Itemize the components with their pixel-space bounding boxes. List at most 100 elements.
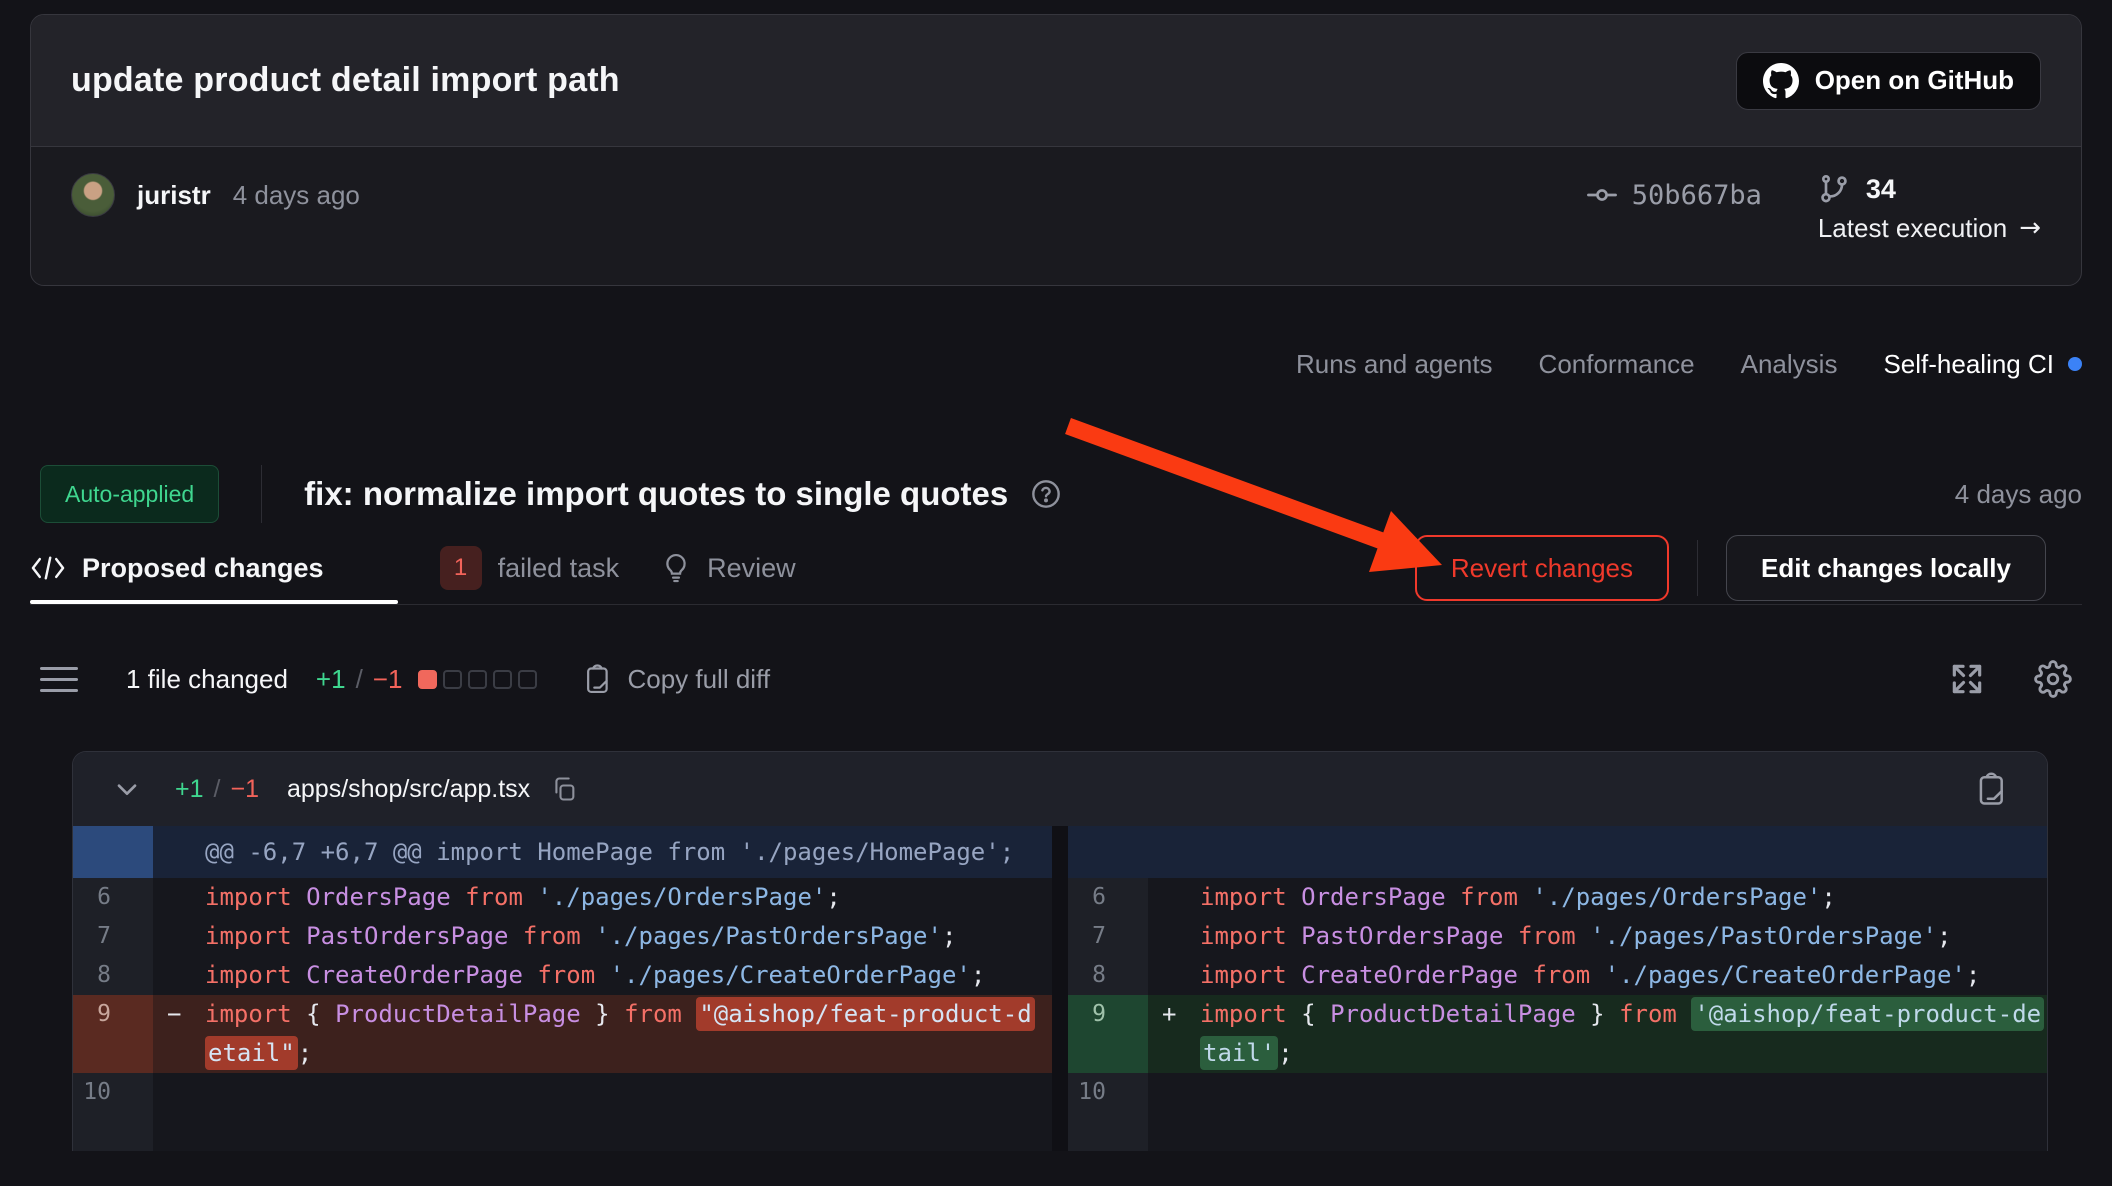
diff-pane-before: @@ -6,7 +6,7 @@ import HomePage from './… [73, 826, 1052, 1151]
copy-file-diff-icon[interactable] [1975, 771, 2009, 807]
file-path: apps/shop/src/app.tsx [287, 775, 530, 804]
diff-toolbar: 1 file changed +1 / −1 Copy full diff [40, 651, 2072, 707]
code-text: −import { ProductDetailPage } from "@ais… [153, 995, 1052, 1034]
file-list-menu-icon[interactable] [40, 667, 78, 692]
tab-failed-task[interactable]: 1 failed task [440, 532, 620, 604]
diff-line: 10 [1068, 1073, 2047, 1112]
diff-line: 6import OrdersPage from './pages/OrdersP… [73, 878, 1052, 917]
code-text: etail"; [153, 1034, 1052, 1073]
code-icon [30, 555, 66, 581]
code-text [1148, 1112, 2047, 1151]
revert-changes-button[interactable]: Revert changes [1415, 535, 1669, 601]
fix-when: 4 days ago [1955, 479, 2082, 510]
file-stats-separator: / [214, 775, 221, 804]
diff-pane-after: 6import OrdersPage from './pages/OrdersP… [1068, 826, 2047, 1151]
code-text: tail'; [1148, 1034, 2047, 1073]
git-commit-icon [1586, 179, 1618, 211]
line-number: 8 [73, 956, 153, 995]
clipboard-icon [583, 663, 613, 695]
diff-line: tail'; [1068, 1034, 2047, 1073]
code-text: import OrdersPage from './pages/OrdersPa… [1148, 878, 2047, 917]
line-number: 8 [1068, 956, 1148, 995]
diff-toolbar-right [1948, 660, 2072, 698]
diff-block [418, 670, 437, 689]
diff-split-view: @@ -6,7 +6,7 @@ import HomePage from './… [73, 826, 2047, 1151]
code-text: import CreateOrderPage from './pages/Cre… [1148, 956, 2047, 995]
line-number [1068, 1034, 1148, 1073]
line-number: 7 [73, 917, 153, 956]
top-nav: Runs and agents Conformance Analysis Sel… [30, 346, 2082, 382]
hunk-gutter [73, 826, 153, 878]
tab-failed-task-label: failed task [498, 553, 620, 584]
diff-file-header: +1 / −1 apps/shop/src/app.tsx [73, 752, 2047, 826]
chevron-down-icon[interactable] [111, 773, 143, 805]
line-number: 6 [73, 878, 153, 917]
code-text: import PastOrdersPage from './pages/Past… [153, 917, 1052, 956]
tab-proposed-changes[interactable]: Proposed changes [30, 532, 398, 604]
copy-full-diff-button[interactable]: Copy full diff [583, 663, 770, 695]
diff-line: 7import PastOrdersPage from './pages/Pas… [73, 917, 1052, 956]
diff-block [493, 670, 512, 689]
git-branch-icon [1818, 173, 1850, 205]
commit-hash[interactable]: 50b667ba [1586, 179, 1762, 211]
commit-hash-value: 50b667ba [1632, 180, 1762, 211]
diff-line [1068, 1112, 2047, 1151]
diff-lines-after: 6import OrdersPage from './pages/OrdersP… [1068, 878, 2047, 1151]
line-number: 6 [1068, 878, 1148, 917]
diff-line: 8import CreateOrderPage from './pages/Cr… [1068, 956, 2047, 995]
gear-icon[interactable] [2034, 660, 2072, 698]
diff-lines-before: 6import OrdersPage from './pages/OrdersP… [73, 878, 1052, 1151]
author-name: juristr [137, 180, 211, 211]
diff-line: 9−import { ProductDetailPage } from "@ai… [73, 995, 1052, 1034]
commit-card-meta: juristr 4 days ago 50b667ba 34 [31, 147, 2081, 285]
line-number: 9 [1068, 995, 1148, 1034]
nav-runs-and-agents[interactable]: Runs and agents [1296, 349, 1493, 380]
page: update product detail import path Open o… [0, 14, 2112, 1186]
avatar [71, 173, 115, 217]
hunk-header-row: @@ -6,7 +6,7 @@ import HomePage from './… [73, 826, 1052, 878]
diff-block [468, 670, 487, 689]
files-changed-label: 1 file changed [126, 664, 288, 695]
diff-line: 9+import { ProductDetailPage } from '@ai… [1068, 995, 2047, 1034]
file-deletions-count: −1 [230, 775, 259, 804]
tab-review-label: Review [707, 553, 796, 584]
line-number: 9 [73, 995, 153, 1034]
file-diff-stats: +1 / −1 [175, 775, 259, 804]
tab-review[interactable]: Review [661, 532, 796, 604]
open-on-github-label: Open on GitHub [1815, 65, 2014, 96]
diff-toolbar-left: 1 file changed +1 / −1 Copy full diff [40, 663, 770, 695]
nav-self-healing-ci[interactable]: Self-healing CI [1883, 349, 2082, 380]
author-row: juristr 4 days ago [71, 173, 360, 217]
failed-count-badge: 1 [440, 546, 482, 590]
code-text [1148, 1073, 2047, 1112]
line-number [73, 1112, 153, 1151]
diff-line: 6import OrdersPage from './pages/OrdersP… [1068, 878, 2047, 917]
nav-analysis[interactable]: Analysis [1741, 349, 1838, 380]
copy-path-icon[interactable] [550, 775, 578, 803]
commit-card-header: update product detail import path Open o… [31, 15, 2081, 147]
edit-changes-locally-button[interactable]: Edit changes locally [1726, 535, 2046, 601]
diff-line: 10 [73, 1073, 1052, 1112]
commit-meta-right: 50b667ba 34 Latest execution → [1586, 173, 2041, 244]
diff-block [443, 670, 462, 689]
help-icon[interactable] [1030, 478, 1062, 510]
tab-proposed-changes-label: Proposed changes [82, 553, 324, 584]
latest-execution-link[interactable]: Latest execution → [1818, 213, 2041, 244]
lightbulb-icon [661, 552, 691, 584]
hunk-header-row-right [1068, 826, 2047, 878]
open-on-github-button[interactable]: Open on GitHub [1736, 52, 2041, 110]
commit-card: update product detail import path Open o… [30, 14, 2082, 286]
diff-blocks [418, 670, 537, 689]
diff-file-card: +1 / −1 apps/shop/src/app.tsx @@ -6,7 +6… [72, 751, 2048, 1151]
tabs-border [30, 604, 2082, 605]
diff-block [518, 670, 537, 689]
nav-conformance[interactable]: Conformance [1539, 349, 1695, 380]
github-icon [1763, 63, 1799, 99]
line-number: 10 [73, 1073, 153, 1112]
expand-icon[interactable] [1948, 660, 1986, 698]
file-additions-count: +1 [175, 775, 204, 804]
page-title: update product detail import path [71, 61, 620, 100]
stats-separator: / [356, 664, 363, 695]
deletions-count: −1 [373, 664, 403, 695]
notification-dot [2068, 357, 2082, 371]
